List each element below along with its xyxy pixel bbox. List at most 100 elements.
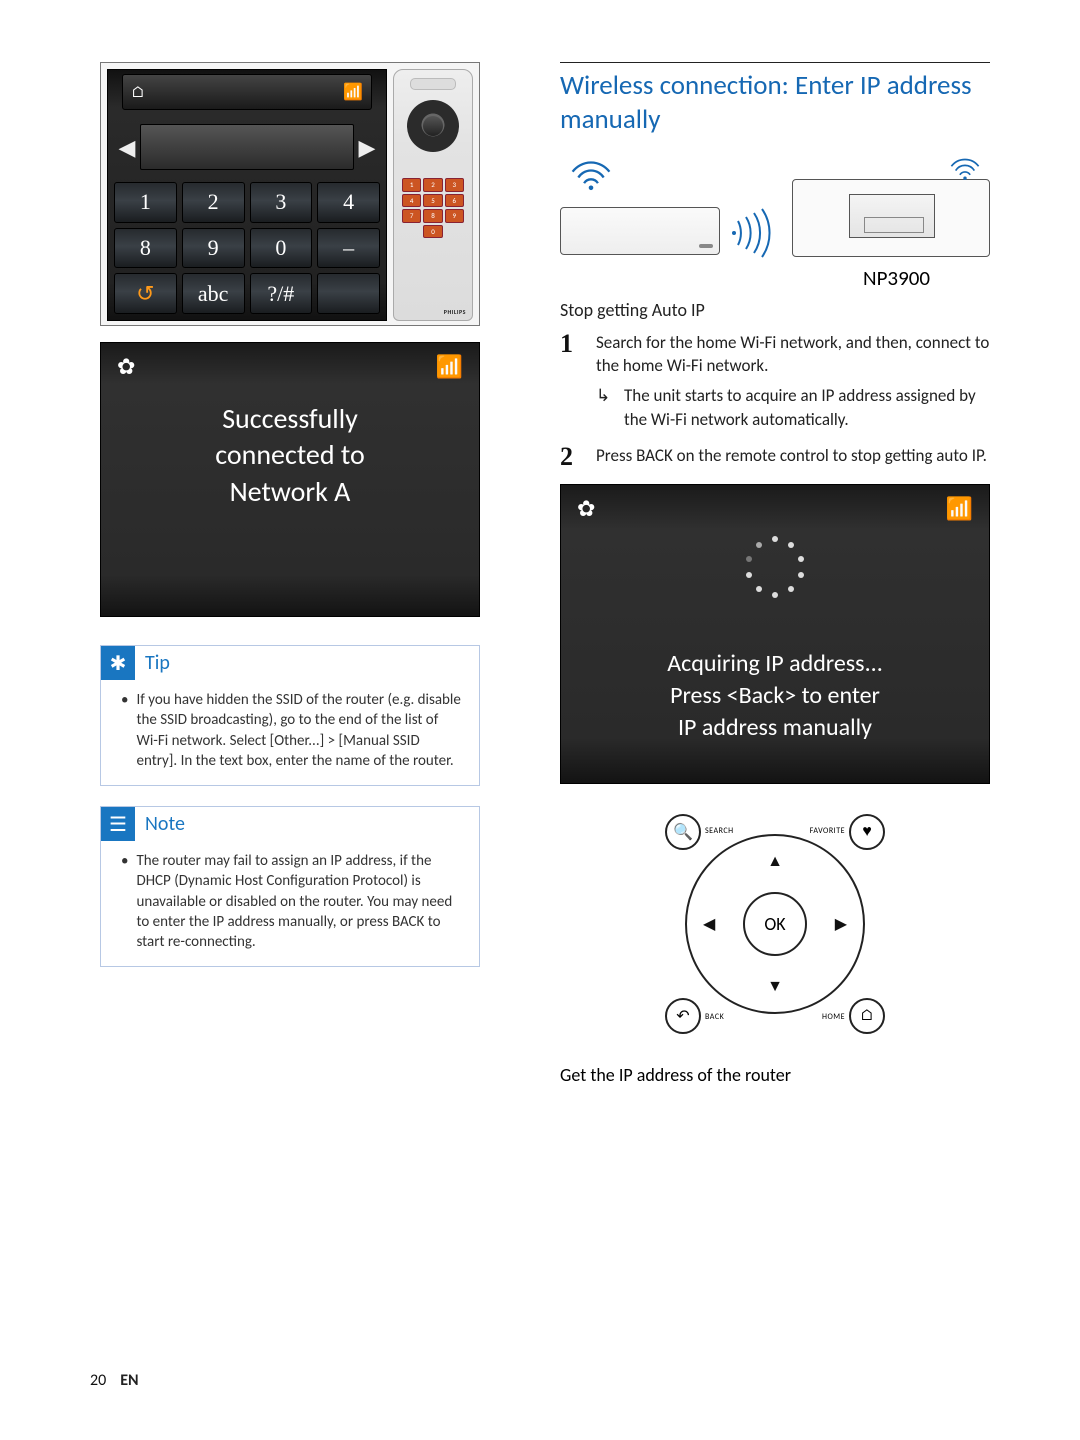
remote-dpad [407, 100, 459, 152]
wifi-icon [568, 151, 614, 197]
home-label: HOME [822, 1012, 845, 1022]
device-screen: ⌂ 📶 ◀ ▶ 1 2 3 4 8 9 0 – ↺ [107, 69, 387, 321]
back-label: BACK [705, 1012, 724, 1022]
section-rule [560, 62, 990, 63]
remote-brand: PHILIPS [444, 308, 466, 316]
key-blank [317, 273, 380, 314]
key-0: 0 [250, 228, 313, 269]
rkey-8: 8 [423, 209, 442, 223]
step-2: 2 Press BACK on the remote control to st… [560, 444, 990, 470]
note-bold1: BACK [392, 913, 424, 931]
note-label: Note [145, 812, 185, 836]
wifi-icon [948, 151, 982, 185]
key-undo: ↺ [114, 273, 177, 314]
success-line1: Successfully [101, 401, 479, 437]
home-button: ⌂ [849, 998, 885, 1034]
get-ip-heading: Get the IP address of the router [560, 1064, 990, 1086]
text-field [140, 124, 354, 170]
tip-icon: ✱ [101, 646, 135, 680]
connection-illustration: NP3900 [560, 151, 990, 281]
remote-numpad: 1 2 3 4 5 6 7 8 9 0 [402, 178, 464, 238]
right-arrow-icon: ▶ [835, 914, 847, 934]
acquiring-message: Acquiring IP address... Press <Back> to … [561, 648, 989, 745]
step-1-result-text: The unit starts to acquire an IP address… [624, 384, 990, 432]
key-1: 1 [114, 182, 177, 223]
remote-control: 1 2 3 4 5 6 7 8 9 0 PHILIPS [393, 69, 473, 321]
rkey-3: 3 [445, 178, 464, 192]
down-arrow-icon: ▼ [767, 977, 783, 996]
rkey-5: 5 [423, 194, 442, 208]
onscreen-keypad-illustration: ⌂ 📶 ◀ ▶ 1 2 3 4 8 9 0 – ↺ [100, 62, 480, 326]
search-button: 🔍 [665, 814, 701, 850]
ok-button: OK [743, 892, 807, 956]
rkey-1: 1 [402, 178, 421, 192]
signal-icon: 📶 [436, 353, 463, 380]
left-column: ⌂ 📶 ◀ ▶ 1 2 3 4 8 9 0 – ↺ [90, 62, 512, 1086]
success-message: Successfully connected to Network A [101, 401, 479, 510]
rkey-0: 0 [423, 225, 442, 239]
acquiring-ip-screen: ✿ 📶 Acquiring IP address... Press <Back>… [560, 484, 990, 784]
tip-label: Tip [145, 651, 170, 675]
step-2-pre: Press [596, 445, 636, 466]
signal-icon: 📶 [946, 495, 973, 522]
spinner-icon [739, 531, 811, 603]
step-1-result: ↳ The unit starts to acquire an IP addre… [596, 384, 990, 432]
success-screen: ✿ 📶 Successfully connected to Network A [100, 342, 480, 617]
search-label: SEARCH [705, 826, 734, 836]
rkey-7: 7 [402, 209, 421, 223]
note-icon: ☰ [101, 807, 135, 841]
step-number: 2 [560, 444, 582, 470]
key-4: 4 [317, 182, 380, 223]
np3900-device-icon [792, 179, 990, 257]
language-code: EN [120, 1371, 138, 1390]
favorite-button: ♥ [849, 814, 885, 850]
step-1-text: Search for the home Wi-Fi network, and t… [596, 332, 989, 377]
stop-auto-ip-heading: Stop getting Auto IP [560, 299, 990, 321]
tip-bold1: [Other...] [270, 732, 325, 750]
rkey-2: 2 [423, 178, 442, 192]
left-arrow-icon: ◀ [703, 914, 715, 934]
screen-topbar: ⌂ 📶 [122, 74, 372, 110]
key-8: 8 [114, 228, 177, 269]
result-arrow-icon: ↳ [596, 384, 614, 432]
key-3: 3 [250, 182, 313, 223]
manual-page: ⌂ 📶 ◀ ▶ 1 2 3 4 8 9 0 – ↺ [0, 0, 1080, 1146]
step-1: 1 Search for the home Wi-Fi network, and… [560, 331, 990, 432]
page-number: 20 [90, 1371, 106, 1390]
back-button: ↶ [665, 998, 701, 1034]
up-arrow-icon: ▲ [767, 852, 783, 871]
success-line3: Network A [101, 474, 479, 510]
key-2: 2 [182, 182, 245, 223]
key-9: 9 [182, 228, 245, 269]
device-label: NP3900 [863, 265, 930, 291]
note-box: ☰ Note The router may fail to assign an … [100, 806, 480, 967]
key-symbol: ?/# [250, 273, 313, 314]
gear-icon: ✿ [117, 353, 135, 380]
note-text: The router may fail to assign an IP addr… [121, 851, 463, 952]
step-2-post: on the remote control to stop getting au… [673, 445, 987, 466]
favorite-label: FAVORITE [810, 826, 845, 836]
acq-line3: IP address manually [561, 712, 989, 744]
tip-mid: > [324, 732, 338, 750]
signal-waves-icon [730, 207, 794, 259]
home-icon: ⌂ [131, 83, 145, 102]
tip-post: . In the text box, enter the name of the… [173, 752, 453, 770]
rkey-4: 4 [402, 194, 421, 208]
step-number: 1 [560, 331, 582, 432]
rkey-6: 6 [445, 194, 464, 208]
signal-icon: 📶 [343, 82, 363, 102]
acq-line2: Press <Back> to enter [561, 680, 989, 712]
text-entry-row: ◀ ▶ [114, 118, 380, 176]
key-dash: – [317, 228, 380, 269]
page-footer: 20 EN [90, 1371, 139, 1390]
success-line2: connected to [101, 437, 479, 473]
right-arrow-icon: ▶ [358, 134, 376, 161]
steps-list: 1 Search for the home Wi-Fi network, and… [560, 331, 990, 470]
step-2-bold: BACK [636, 445, 673, 466]
section-title: Wireless connection: Enter IP address ma… [560, 69, 990, 137]
rkey-9: 9 [445, 209, 464, 223]
router-icon [560, 207, 720, 255]
acq-line1: Acquiring IP address... [561, 648, 989, 680]
remote-nav-illustration: OK ▲ ▼ ◀ ▶ 🔍 SEARCH ♥ FAVORITE ↶ BACK ⌂ … [665, 814, 885, 1034]
tip-box: ✱ Tip If you have hidden the SSID of the… [100, 645, 480, 786]
